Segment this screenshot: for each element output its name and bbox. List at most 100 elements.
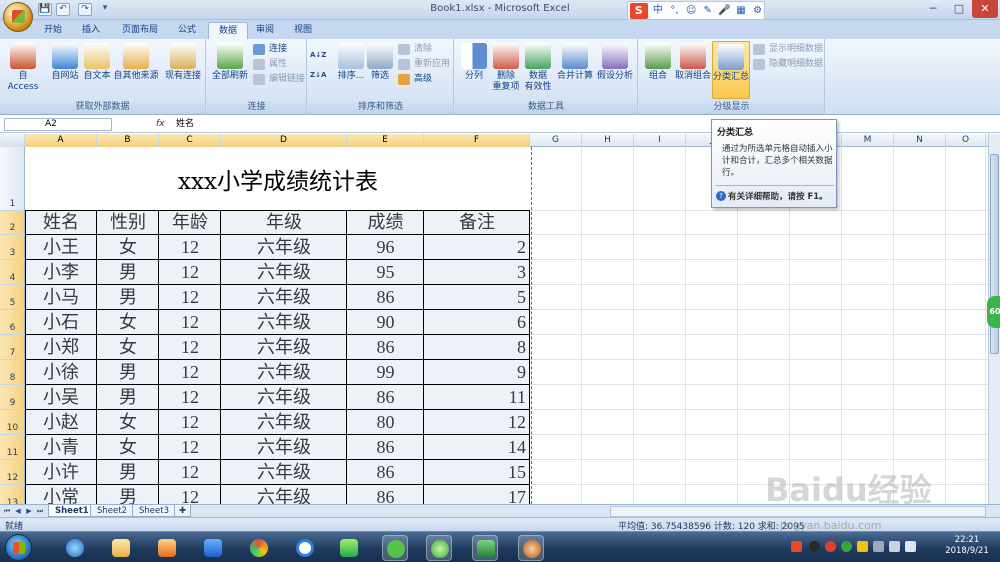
table-cell[interactable]: 六年级 [221,260,347,285]
row-header-10[interactable]: 10 [0,410,24,435]
player-icon[interactable] [336,535,362,561]
table-cell[interactable]: 12 [159,460,221,485]
existing-connections-button[interactable]: 现有连接 [162,43,204,97]
table-cell[interactable]: 11 [424,385,530,410]
redo-icon[interactable]: ↷ [78,3,92,16]
security-tray-icon[interactable] [841,541,852,552]
volume-icon[interactable] [905,541,916,552]
name-box[interactable]: A2 [4,118,112,131]
table-cell[interactable]: 12 [159,360,221,385]
table-cell[interactable]: 12 [159,385,221,410]
table-cell[interactable]: 女 [97,310,159,335]
column-header-n[interactable]: N [894,134,946,147]
table-header-cell[interactable]: 姓名 [25,211,97,235]
sheet-title[interactable]: xxx小学成绩统计表 [25,147,531,211]
table-cell[interactable]: 男 [97,360,159,385]
table-cell[interactable]: 女 [97,335,159,360]
row-header-12[interactable]: 12 [0,460,24,485]
excel-taskbar-icon[interactable] [472,535,498,561]
table-header-cell[interactable]: 成绩 [347,211,424,235]
row-header-13[interactable]: 13 [0,485,24,504]
browser-icon[interactable] [246,535,272,561]
select-all-corner[interactable] [0,134,25,147]
tab-home[interactable]: 开始 [34,22,72,39]
table-cell[interactable]: 86 [347,460,424,485]
table-cell[interactable]: 17 [424,485,530,504]
table-cell[interactable]: 12 [159,260,221,285]
table-cell[interactable]: 小许 [25,460,97,485]
clock[interactable]: 22:21 2018/9/21 [936,535,998,557]
clear-filter-button[interactable]: 清除 [398,43,432,56]
table-cell[interactable]: 六年级 [221,285,347,310]
video-app-icon[interactable] [200,535,226,561]
properties-button[interactable]: 属性 [253,58,287,71]
prev-sheet-icon[interactable]: ◀ [13,506,23,517]
column-header-h[interactable]: H [582,134,634,147]
sogou-tray-icon[interactable] [791,541,802,552]
table-cell[interactable]: 12 [159,335,221,360]
filter-button[interactable]: 筛选 [364,43,396,97]
sort-za-button[interactable]: Z↓A [310,69,326,82]
row-header-5[interactable]: 5 [0,285,24,310]
table-cell[interactable]: 3 [424,260,530,285]
network-icon[interactable] [873,541,884,552]
column-header-i[interactable]: I [634,134,686,147]
table-cell[interactable]: 女 [97,435,159,460]
advanced-filter-button[interactable]: 高级 [398,73,432,86]
from-other-sources-button[interactable]: 自其他来源 [112,43,160,97]
sogou-icon[interactable]: S [630,2,648,19]
row-header-9[interactable]: 9 [0,385,24,410]
office-button[interactable] [3,2,33,32]
wechat-icon[interactable] [382,535,408,561]
table-cell[interactable]: 六年级 [221,410,347,435]
data-validation-button[interactable]: 数据 有效性 [519,43,557,97]
hide-detail-button[interactable]: 隐藏明细数据 [753,58,823,71]
table-cell[interactable]: 86 [347,385,424,410]
refresh-all-button[interactable]: 全部刷新 [209,43,251,97]
table-cell[interactable]: 86 [347,435,424,460]
tab-view[interactable]: 视图 [284,22,322,39]
table-cell[interactable]: 六年级 [221,435,347,460]
row-header-8[interactable]: 8 [0,360,24,385]
next-sheet-icon[interactable]: ▶ [24,506,34,517]
update-tray-icon[interactable] [857,541,868,552]
table-header-cell[interactable]: 年级 [221,211,347,235]
table-cell[interactable]: 6 [424,310,530,335]
table-cell[interactable]: 六年级 [221,310,347,335]
table-cell[interactable]: 小马 [25,285,97,310]
tab-page-layout[interactable]: 页面布局 [112,22,168,39]
tab-data[interactable]: 数据 [208,22,249,39]
table-cell[interactable]: 小青 [25,435,97,460]
ime-lang-toggle[interactable]: 中 [652,4,665,17]
from-access-button[interactable]: 自 Access [2,43,44,97]
table-header-cell[interactable]: 年龄 [159,211,221,235]
table-cell[interactable]: 六年级 [221,360,347,385]
floating-badge[interactable]: 60 [987,296,1000,328]
table-cell[interactable]: 12 [159,285,221,310]
table-cell[interactable]: 12 [159,485,221,504]
table-cell[interactable]: 小郑 [25,335,97,360]
first-sheet-icon[interactable]: ⏮ [2,506,12,517]
column-header-f[interactable]: F [424,134,530,147]
media-player-icon[interactable] [154,535,180,561]
emoji-icon[interactable]: ☺ [685,4,698,17]
table-cell[interactable]: 86 [347,285,424,310]
undo-icon[interactable]: ↶ [56,3,70,16]
row-header-7[interactable]: 7 [0,335,24,360]
microphone-icon[interactable]: 🎤 [718,4,731,17]
group-button[interactable]: 组合 [641,43,675,97]
table-cell[interactable]: 六年级 [221,235,347,260]
table-header-cell[interactable]: 性别 [97,211,159,235]
table-cell[interactable]: 9 [424,360,530,385]
minimize-button[interactable]: ─ [920,0,946,18]
table-cell[interactable]: 六年级 [221,460,347,485]
table-cell[interactable]: 99 [347,360,424,385]
table-cell[interactable]: 小王 [25,235,97,260]
ime-settings-icon[interactable]: ⚙ [751,4,764,17]
table-cell[interactable]: 5 [424,285,530,310]
antivirus-tray-icon[interactable] [809,541,820,552]
ie-icon[interactable] [62,535,88,561]
connections-button[interactable]: 连接 [253,43,287,56]
sheet-tab-2[interactable]: Sheet2 [90,505,134,517]
table-cell[interactable]: 90 [347,310,424,335]
